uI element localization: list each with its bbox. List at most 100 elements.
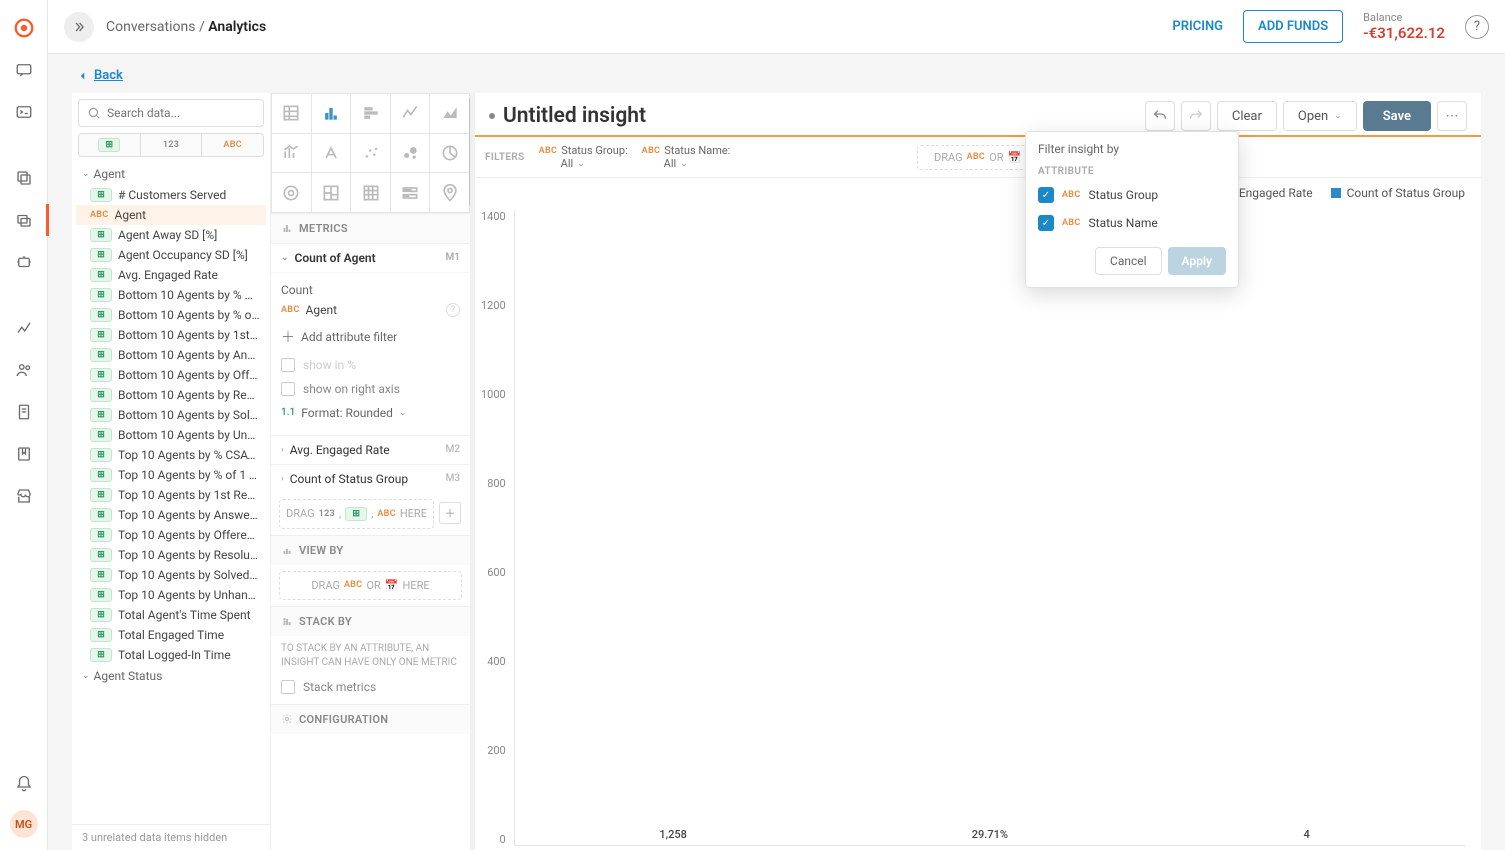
metric-aggregation-label: Count: [281, 283, 460, 297]
filters-bar: FILTERS ABCStatus Group: All⌄ ABCStatus …: [475, 137, 1481, 178]
tree-item[interactable]: ⊞Total Logged-In Time: [76, 645, 266, 665]
filter-chip-status-name[interactable]: ABCStatus Name: All⌄: [642, 144, 731, 170]
tree-item[interactable]: ⊞Bottom 10 Agents by Unha...: [76, 425, 266, 445]
nav-messages-icon[interactable]: [8, 54, 40, 86]
tree-item[interactable]: ⊞Bottom 10 Agents by Resol...: [76, 385, 266, 405]
open-dropdown[interactable]: Open⌄: [1283, 101, 1357, 131]
user-avatar[interactable]: MG: [10, 810, 38, 838]
nav-analytics-icon[interactable]: [8, 204, 40, 236]
chart-type-column[interactable]: [312, 94, 351, 133]
tree-item[interactable]: ⊞Top 10 Agents by Answere...: [76, 505, 266, 525]
chart-type-bubble[interactable]: [391, 134, 430, 173]
metric-count-of-status-group[interactable]: ›Count of Status Group M3: [271, 464, 470, 493]
tree-item[interactable]: ABCAgent: [76, 205, 266, 225]
chart-type-combo[interactable]: [272, 134, 311, 173]
nav-people-icon[interactable]: [8, 354, 40, 386]
redo-button[interactable]: [1181, 101, 1211, 131]
logo-icon[interactable]: [8, 12, 40, 44]
tree-group[interactable]: ⌄Agent Status: [76, 665, 266, 687]
chart-type-scatter[interactable]: [351, 134, 390, 173]
tree-item[interactable]: ⊞Avg. Engaged Rate: [76, 265, 266, 285]
show-on-right-axis-checkbox[interactable]: show on right axis: [281, 377, 460, 401]
chart-type-treemap[interactable]: [312, 173, 351, 212]
chart-type-heatmap[interactable]: [351, 173, 390, 212]
popover-cancel-button[interactable]: Cancel: [1095, 247, 1162, 275]
format-selector[interactable]: 1.1 Format: Rounded ⌄: [281, 401, 460, 425]
popover-option-status-group[interactable]: ✓ ABC Status Group: [1026, 181, 1238, 209]
tree-item[interactable]: ⊞Top 10 Agents by Unhandle...: [76, 585, 266, 605]
tree-item[interactable]: ⊞Top 10 Agents by 1st Resp...: [76, 485, 266, 505]
tree-item[interactable]: ⊞Bottom 10 Agents by % CS...: [76, 285, 266, 305]
add-funds-button[interactable]: ADD FUNDS: [1243, 10, 1343, 43]
tree-group[interactable]: ⌄Agent: [76, 163, 266, 185]
back-link[interactable]: Back: [72, 68, 1481, 83]
save-button[interactable]: Save: [1363, 101, 1431, 131]
config-panel: METRICS ⌄Count of Agent M1 Count ABC Age…: [270, 93, 470, 850]
more-options-button[interactable]: ⋯: [1437, 101, 1467, 131]
metric-count-of-agent[interactable]: ⌄Count of Agent M1: [271, 243, 470, 272]
chart-type-bullet[interactable]: [391, 173, 430, 212]
clear-button[interactable]: Clear: [1217, 101, 1277, 131]
expand-sidebar-button[interactable]: [64, 12, 94, 42]
type-tab-number[interactable]: 123: [141, 134, 203, 156]
tree-item[interactable]: ⊞Top 10 Agents by % CSAT ...: [76, 445, 266, 465]
help-icon[interactable]: ?: [1465, 15, 1489, 39]
help-hint-icon[interactable]: ?: [446, 303, 460, 317]
nav-bot-icon[interactable]: [8, 246, 40, 278]
tree-item[interactable]: ⊞# Customers Served: [76, 185, 266, 205]
nav-reports-icon[interactable]: [8, 312, 40, 344]
popover-apply-button[interactable]: Apply: [1168, 247, 1226, 275]
tree-item[interactable]: ⊞Top 10 Agents by Resolutio...: [76, 545, 266, 565]
chart-type-table[interactable]: [272, 94, 311, 133]
stack-metrics-checkbox[interactable]: Stack metrics: [271, 676, 470, 704]
tree-item[interactable]: ⊞Bottom 10 Agents by % of ...: [76, 305, 266, 325]
tree-item[interactable]: ⊞Total Engaged Time: [76, 625, 266, 645]
search-input[interactable]: [78, 99, 264, 127]
show-in-percent-checkbox[interactable]: show in %: [281, 353, 460, 377]
tree-item[interactable]: ⊞Bottom 10 Agents by Offer...: [76, 365, 266, 385]
tree-item[interactable]: ⊞Agent Away SD [%]: [76, 225, 266, 245]
tree-item[interactable]: ⊞Agent Occupancy SD [%]: [76, 245, 266, 265]
metric-drop-zone[interactable]: DRAG 123, ⊞, ABC HERE ＋: [279, 499, 434, 529]
chart-bar[interactable]: 4: [1247, 828, 1367, 845]
pricing-link[interactable]: PRICING: [1164, 13, 1231, 40]
chart-type-area[interactable]: [430, 94, 469, 133]
tree-item[interactable]: ⊞Bottom 10 Agents by 1st R...: [76, 325, 266, 345]
legend-item[interactable]: Count of Status Group: [1331, 186, 1465, 200]
tree-item[interactable]: ⊞Bottom 10 Agents by Answ...: [76, 345, 266, 365]
nav-bookmark-icon[interactable]: [8, 438, 40, 470]
nav-console-icon[interactable]: [8, 96, 40, 128]
type-tab-metric[interactable]: ⊞: [79, 134, 141, 156]
chart-type-donut[interactable]: [272, 173, 311, 212]
tree-item[interactable]: ⊞Top 10 Agents by % of 1 To...: [76, 465, 266, 485]
chart-bar[interactable]: 1,258: [613, 828, 733, 845]
chart-type-headline[interactable]: [312, 134, 351, 173]
checkbox-checked-icon: ✓: [1038, 187, 1054, 203]
nav-store-icon[interactable]: [8, 480, 40, 512]
popover-subheading: ATTRIBUTE: [1026, 162, 1238, 181]
metric-avg-engaged-rate[interactable]: ›Avg. Engaged Rate M2: [271, 435, 470, 464]
undo-button[interactable]: [1145, 101, 1175, 131]
chart-bar[interactable]: 29.71%: [930, 828, 1050, 845]
type-tab-attribute[interactable]: ABC: [202, 134, 263, 156]
chart-type-line[interactable]: [391, 94, 430, 133]
tree-item[interactable]: ⊞Top 10 Agents by Solved C...: [76, 565, 266, 585]
add-metric-button[interactable]: ＋: [439, 502, 461, 524]
metric-attribute-agent[interactable]: ABC Agent ?: [281, 299, 460, 321]
chart-type-pie[interactable]: [430, 134, 469, 173]
nav-docs-icon[interactable]: [8, 396, 40, 428]
insight-title-row: Untitled insight Clear Open⌄ Save ⋯: [475, 93, 1481, 135]
tree-item[interactable]: ⊞Bottom 10 Agents by Solve...: [76, 405, 266, 425]
notifications-icon[interactable]: [8, 768, 40, 800]
chart-type-geo[interactable]: [430, 173, 469, 212]
nav-layers-icon[interactable]: [8, 162, 40, 194]
chart-type-bar[interactable]: [351, 94, 390, 133]
insight-title[interactable]: Untitled insight: [503, 104, 646, 128]
tree-item[interactable]: ⊞Total Agent's Time Spent: [76, 605, 266, 625]
viewby-drop-zone[interactable]: DRAG ABC OR 📅 HERE: [279, 571, 462, 600]
popover-option-status-name[interactable]: ✓ ABC Status Name: [1026, 209, 1238, 237]
add-attribute-filter[interactable]: ＋ Add attribute filter: [281, 321, 460, 353]
filter-chip-status-group[interactable]: ABCStatus Group: All⌄: [539, 144, 628, 170]
configuration-section-header[interactable]: CONFIGURATION: [271, 704, 470, 734]
tree-item[interactable]: ⊞Top 10 Agents by Offered C...: [76, 525, 266, 545]
